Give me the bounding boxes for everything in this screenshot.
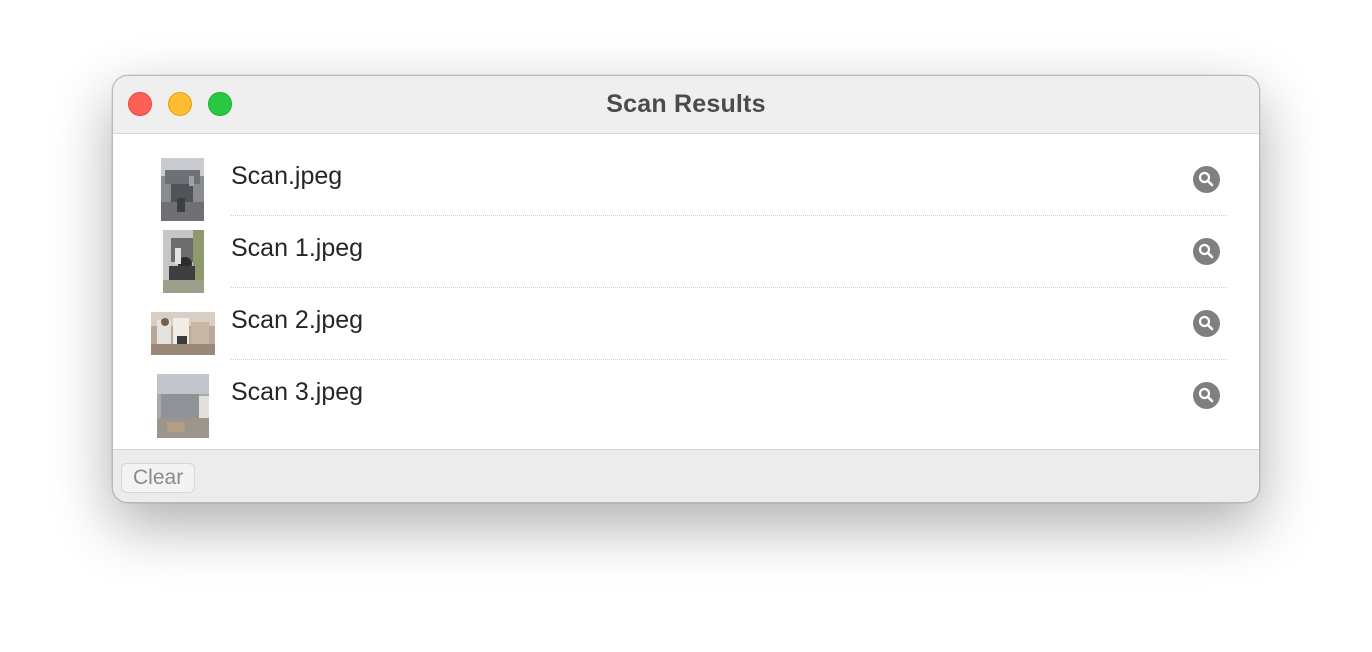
thumbnail-image (157, 374, 209, 438)
scan-results-window: Scan Results Scan.jpeg Scan 1.jpeg Scan … (112, 75, 1260, 503)
thumbnail-image (161, 158, 204, 221)
list-item[interactable]: Scan.jpeg (113, 144, 1259, 221)
file-name: Scan.jpeg (231, 162, 343, 190)
list-item[interactable]: Scan 1.jpeg (113, 216, 1259, 293)
magnifying-glass-icon[interactable] (1193, 382, 1220, 409)
file-list: Scan.jpeg Scan 1.jpeg Scan 2.jpeg Scan 3… (113, 134, 1259, 451)
title-bar[interactable]: Scan Results (113, 76, 1259, 134)
thumbnail-image (163, 230, 204, 293)
footer-bar: Clear (113, 449, 1259, 502)
file-name: Scan 1.jpeg (231, 234, 364, 262)
clear-button[interactable]: Clear (121, 463, 196, 493)
list-item[interactable]: Scan 2.jpeg (113, 288, 1259, 360)
magnifying-glass-icon[interactable] (1193, 310, 1220, 337)
window-title: Scan Results (606, 90, 766, 118)
file-name: Scan 3.jpeg (231, 378, 364, 406)
thumbnail-image (151, 312, 215, 355)
list-item[interactable]: Scan 3.jpeg (113, 360, 1259, 438)
file-name: Scan 2.jpeg (231, 306, 364, 334)
magnifying-glass-icon[interactable] (1193, 166, 1220, 193)
magnifying-glass-icon[interactable] (1193, 238, 1220, 265)
